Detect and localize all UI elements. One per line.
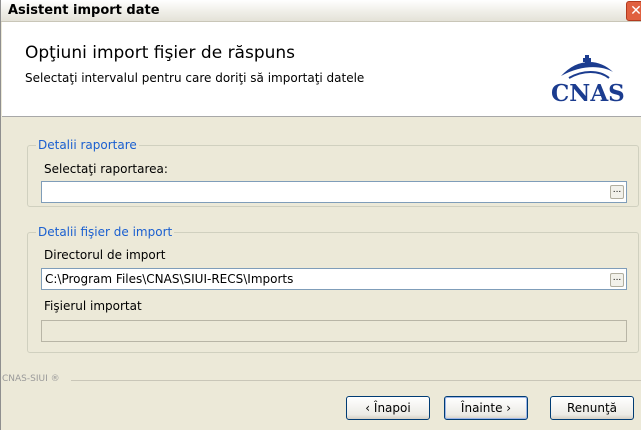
reporting-select-field[interactable] bbox=[41, 181, 627, 203]
imported-file-label: Fişierul importat bbox=[44, 299, 142, 313]
footer-divider bbox=[71, 380, 641, 381]
back-button[interactable]: ‹ Înapoi bbox=[346, 396, 430, 420]
footer-brand: CNAS-SIUI ® bbox=[2, 374, 60, 384]
import-wizard-window: Asistent import date ✕ Opţiuni import fi… bbox=[0, 0, 641, 430]
select-reporting-label: Selectaţi raportarea: bbox=[44, 162, 168, 176]
import-directory-label: Directorul de import bbox=[44, 248, 166, 262]
wizard-header: Opţiuni import fişier de răspuns Selecta… bbox=[2, 22, 641, 117]
window-title: Asistent import date bbox=[8, 3, 160, 18]
import-directory-field[interactable]: C:\Program Files\CNAS\SIUI-RECS\Imports bbox=[41, 268, 627, 290]
imported-file-field bbox=[41, 320, 627, 342]
import-directory-browse-button[interactable]: ... bbox=[610, 273, 624, 287]
reporting-details-legend: Detalii raportare bbox=[36, 138, 139, 152]
logo-text: CNAS bbox=[551, 80, 625, 107]
next-button[interactable]: Înainte › bbox=[444, 396, 528, 420]
close-icon[interactable]: ✕ bbox=[626, 1, 641, 21]
cancel-button[interactable]: Renunţă bbox=[550, 396, 634, 420]
cnas-logo-icon: CNAS bbox=[547, 54, 632, 114]
page-subtitle: Selectaţi intervalul pentru care doriţi … bbox=[25, 71, 365, 85]
reporting-browse-button[interactable]: ... bbox=[610, 185, 624, 199]
page-title: Opţiuni import fişier de răspuns bbox=[25, 43, 296, 63]
title-bar: Asistent import date ✕ bbox=[1, 0, 641, 22]
import-file-details-legend: Detalii fişier de import bbox=[36, 225, 175, 239]
